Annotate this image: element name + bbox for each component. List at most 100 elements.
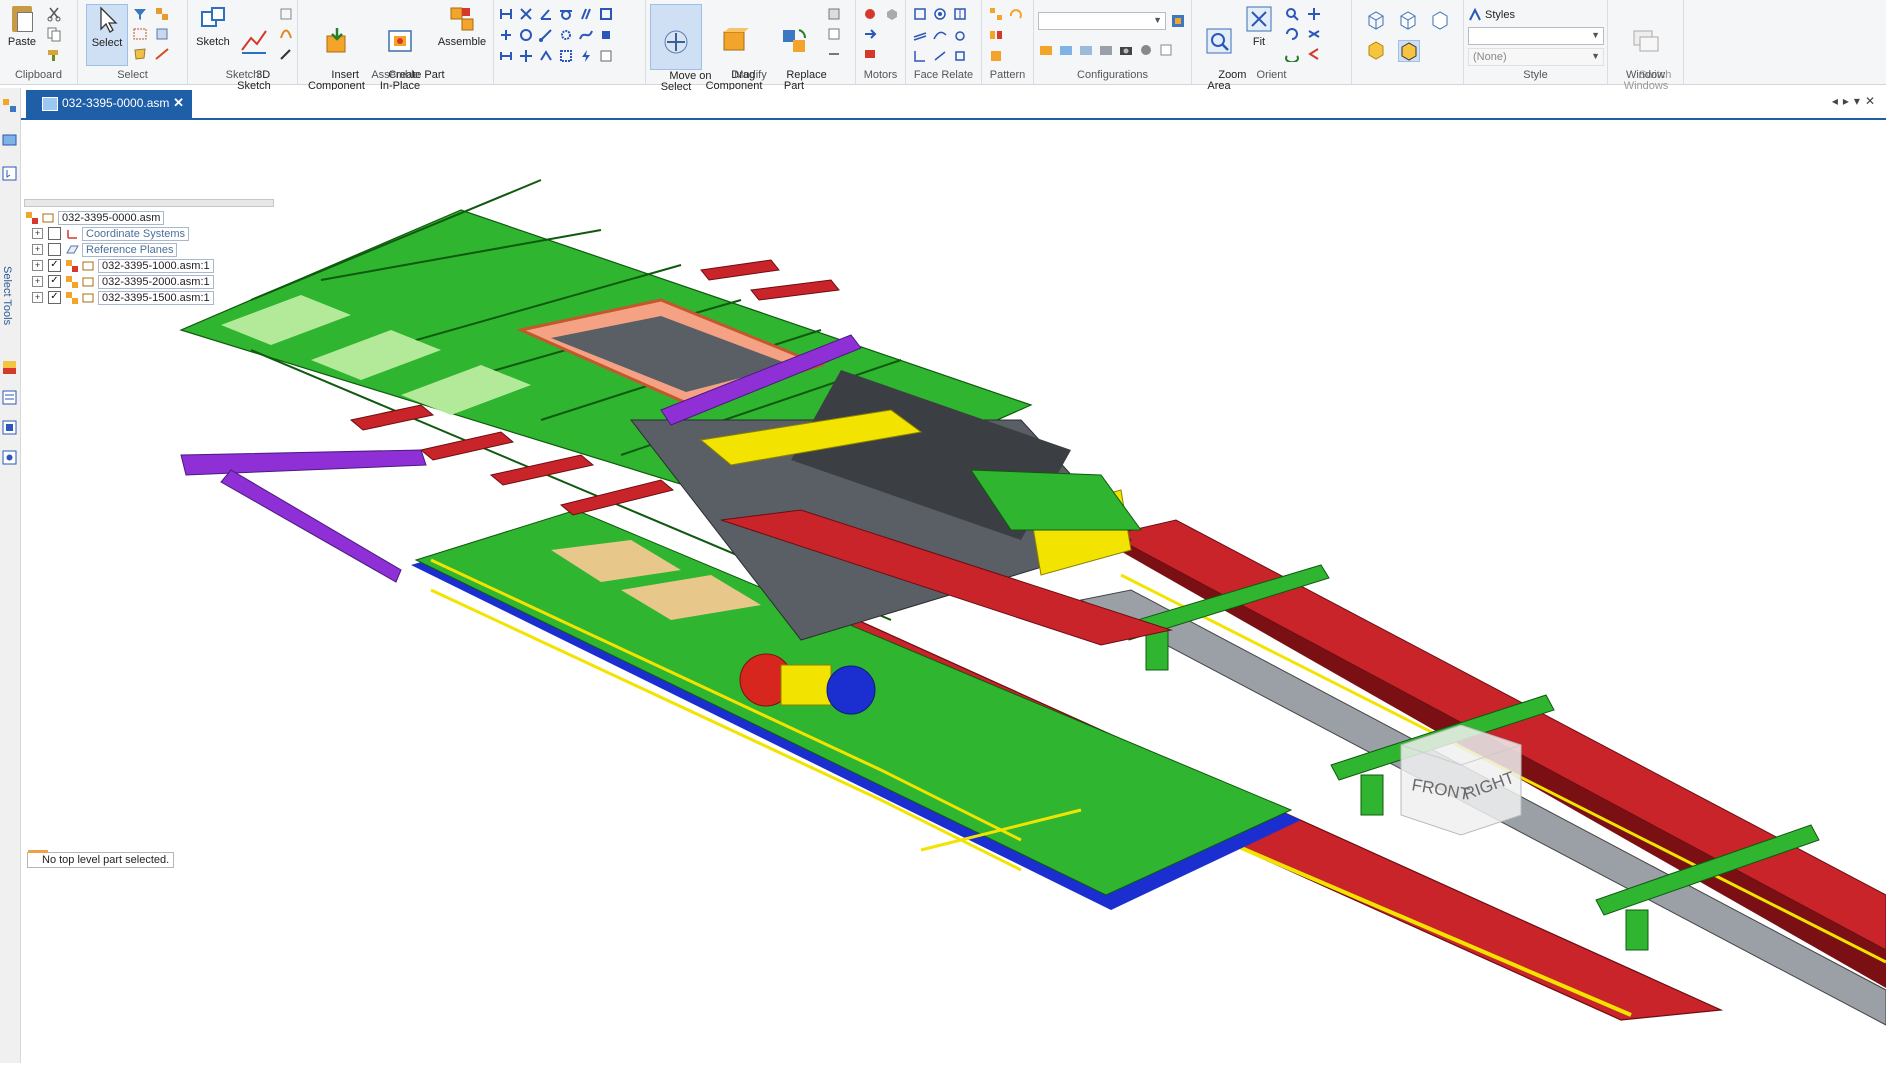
axial-align-icon[interactable] bbox=[518, 27, 534, 43]
config-tool-6-icon[interactable] bbox=[1138, 42, 1154, 58]
face-rigid-icon[interactable] bbox=[952, 48, 968, 64]
pathfinder-splitter[interactable] bbox=[24, 199, 274, 207]
align-icon[interactable] bbox=[498, 6, 514, 22]
visibility-checkbox[interactable]: ✓ bbox=[48, 291, 61, 304]
close-tab-icon[interactable]: ✕ bbox=[173, 95, 184, 111]
tree-root[interactable]: 032-3395-0000.asm bbox=[26, 210, 165, 225]
config-tool-4-icon[interactable] bbox=[1098, 42, 1114, 58]
shaded-with-edges-view-icon[interactable] bbox=[1398, 40, 1420, 62]
mirror-pattern-icon[interactable] bbox=[988, 27, 1004, 43]
assemble-button[interactable]: Assemble bbox=[436, 4, 488, 48]
pattern-icon[interactable] bbox=[988, 6, 1004, 22]
box-select-icon[interactable] bbox=[132, 26, 148, 42]
select-edges-icon[interactable] bbox=[154, 46, 170, 62]
assembly-model[interactable] bbox=[21, 120, 1886, 1063]
cam-icon[interactable] bbox=[598, 6, 614, 22]
look-at-icon[interactable] bbox=[1306, 26, 1322, 42]
family-of-assemblies-icon[interactable] bbox=[2, 420, 17, 435]
zoom-icon[interactable] bbox=[1284, 6, 1300, 22]
close-window-icon[interactable]: ✕ bbox=[1865, 94, 1880, 108]
face-align-icon[interactable] bbox=[932, 48, 948, 64]
visibility-checkbox[interactable] bbox=[48, 243, 61, 256]
document-tab[interactable]: 032-3395-0000.asm ✕ bbox=[26, 90, 192, 118]
view-cube[interactable]: FRONT RIGHT bbox=[1391, 725, 1531, 865]
layers-icon[interactable] bbox=[2, 132, 17, 147]
expand-icon[interactable]: + bbox=[32, 260, 43, 271]
simulate-icon[interactable] bbox=[862, 46, 878, 62]
wireframe-view-icon[interactable] bbox=[1366, 10, 1386, 30]
relation-options-icon[interactable] bbox=[598, 48, 614, 64]
visible-edges-view-icon[interactable] bbox=[1430, 10, 1450, 30]
paste-button[interactable]: Paste bbox=[4, 4, 40, 48]
config-tool-3-icon[interactable] bbox=[1078, 42, 1094, 58]
fix-icon[interactable] bbox=[518, 48, 534, 64]
path-icon[interactable] bbox=[578, 27, 594, 43]
pan-icon[interactable] bbox=[1306, 6, 1322, 22]
face-perpendicular-icon[interactable] bbox=[932, 27, 948, 43]
config-tool-7-icon[interactable] bbox=[1158, 42, 1174, 58]
style-none-select[interactable]: (None) ▼ bbox=[1468, 48, 1604, 66]
visibility-checkbox[interactable]: ✓ bbox=[48, 275, 61, 288]
tangent-icon[interactable] bbox=[558, 6, 574, 22]
face-offset-icon[interactable] bbox=[912, 48, 928, 64]
feature-library-icon[interactable] bbox=[2, 390, 17, 405]
group-icon[interactable] bbox=[558, 48, 574, 64]
tree-item-subassembly-1500[interactable]: + ✓ 032-3395-1500.asm:1 bbox=[32, 290, 214, 305]
configuration-select[interactable]: ▼ bbox=[1038, 12, 1166, 30]
sketch-tools-icon[interactable] bbox=[278, 6, 294, 22]
tree-item-reference-planes[interactable]: + Reference Planes bbox=[32, 242, 178, 257]
visibility-checkbox[interactable] bbox=[48, 227, 61, 240]
scroll-right-icon[interactable]: ▸ bbox=[1843, 94, 1854, 108]
switch-windows-button[interactable]: Switch Windows bbox=[1614, 4, 1678, 103]
face-concentric-icon[interactable] bbox=[932, 6, 948, 22]
modify-tool-1-icon[interactable] bbox=[826, 6, 842, 22]
drag-component-button[interactable]: Drag Component bbox=[702, 4, 766, 103]
parallel-icon[interactable] bbox=[578, 6, 594, 22]
modify-tool-3-icon[interactable] bbox=[826, 46, 842, 62]
previous-view-icon[interactable] bbox=[1306, 46, 1322, 62]
move-on-select-button[interactable]: Move on Select bbox=[650, 4, 712, 93]
planar-align-icon[interactable] bbox=[498, 27, 514, 43]
sketch-edit-icon[interactable] bbox=[278, 46, 294, 62]
mate-icon[interactable] bbox=[518, 6, 534, 22]
config-tool-1-icon[interactable] bbox=[1038, 42, 1054, 58]
replace-part-button[interactable]: Replace Part bbox=[768, 4, 827, 103]
sketch-relations-icon[interactable] bbox=[278, 26, 294, 42]
motor-settings-icon[interactable] bbox=[884, 6, 900, 22]
style-select[interactable]: ▼ bbox=[1468, 27, 1604, 45]
config-tool-2-icon[interactable] bbox=[1058, 42, 1074, 58]
scroll-left-icon[interactable]: ◂ bbox=[1832, 94, 1843, 108]
modify-tool-2-icon[interactable] bbox=[826, 26, 842, 42]
copy-icon[interactable] bbox=[46, 26, 62, 42]
insert-icon[interactable] bbox=[498, 48, 514, 64]
expand-icon[interactable]: + bbox=[32, 244, 43, 255]
circular-pattern-icon[interactable] bbox=[1008, 6, 1024, 22]
expand-icon[interactable]: + bbox=[32, 276, 43, 287]
face-parallel-icon[interactable] bbox=[912, 27, 928, 43]
expand-icon[interactable]: + bbox=[32, 292, 43, 303]
format-painter-icon[interactable] bbox=[46, 46, 62, 62]
create-part-in-place-button[interactable]: Create Part In-Place bbox=[370, 4, 445, 103]
graphics-viewport[interactable]: FRONT RIGHT bbox=[21, 120, 1886, 1063]
angle-icon[interactable] bbox=[538, 6, 554, 22]
rotate-icon[interactable] bbox=[1284, 26, 1300, 42]
fit-button[interactable]: Fit bbox=[1242, 4, 1276, 48]
select-tools-icon[interactable] bbox=[2, 166, 17, 181]
3d-sketch-button[interactable]: 3D Sketch bbox=[234, 4, 274, 103]
lasso-select-icon[interactable] bbox=[132, 46, 148, 62]
select-faces-icon[interactable] bbox=[154, 26, 170, 42]
face-symmetric-icon[interactable] bbox=[952, 6, 968, 22]
select-tools-tab[interactable]: Select Tools bbox=[1, 266, 13, 325]
shaded-view-icon[interactable] bbox=[1366, 40, 1386, 60]
pathfinder-icon[interactable] bbox=[2, 98, 17, 113]
tree-item-subassembly-2000[interactable]: + ✓ 032-3395-2000.asm:1 bbox=[32, 274, 214, 289]
gear-relation-icon[interactable] bbox=[558, 27, 574, 43]
camera-icon[interactable] bbox=[1118, 42, 1134, 58]
flash-fit-icon[interactable] bbox=[578, 48, 594, 64]
simulation-icon[interactable] bbox=[2, 450, 17, 465]
linear-motor-icon[interactable] bbox=[862, 26, 878, 42]
center-plane-icon[interactable] bbox=[538, 48, 554, 64]
cut-icon[interactable] bbox=[46, 6, 62, 22]
zoom-area-button[interactable]: Zoom Area bbox=[1200, 4, 1246, 103]
face-coplanar-icon[interactable] bbox=[912, 6, 928, 22]
